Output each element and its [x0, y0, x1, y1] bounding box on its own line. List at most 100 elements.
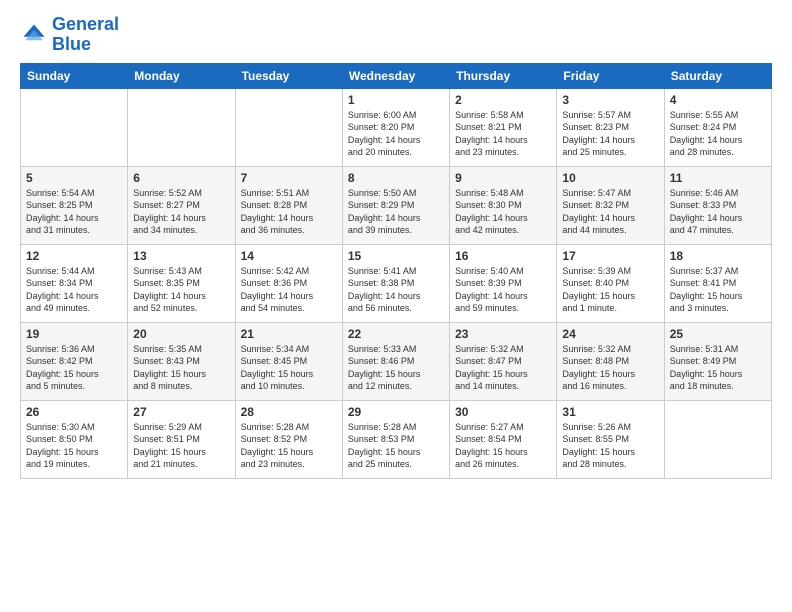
day-info: Sunrise: 5:41 AM Sunset: 8:38 PM Dayligh…	[348, 265, 444, 315]
day-info: Sunrise: 6:00 AM Sunset: 8:20 PM Dayligh…	[348, 109, 444, 159]
calendar-cell: 23 Sunrise: 5:32 AM Sunset: 8:47 PM Dayli…	[450, 322, 557, 400]
weekday-sunday: Sunday	[21, 63, 128, 88]
calendar-cell: 31 Sunrise: 5:26 AM Sunset: 8:55 PM Dayli…	[557, 400, 664, 478]
page: General Blue SundayMondayTuesdayWednesda…	[0, 0, 792, 612]
day-number: 9	[455, 171, 551, 185]
day-info: Sunrise: 5:50 AM Sunset: 8:29 PM Dayligh…	[348, 187, 444, 237]
weekday-saturday: Saturday	[664, 63, 771, 88]
calendar-cell: 24Sunrise: 5:32 AM Sunset: 8:48 PM Dayli…	[557, 322, 664, 400]
day-info: Sunrise: 5:47 AM Sunset: 8:32 PM Dayligh…	[562, 187, 658, 237]
day-info: Sunrise: 5:32 AM Sunset: 8:48 PM Dayligh…	[562, 343, 658, 393]
calendar-cell: 12 Sunrise: 5:44 AM Sunset: 8:34 PM Dayli…	[21, 244, 128, 322]
weekday-monday: Monday	[128, 63, 235, 88]
day-info: Sunrise: 5:32 AM Sunset: 8:47 PM Dayligh…	[455, 343, 551, 393]
day-number: 27	[133, 405, 229, 419]
day-number: 18	[670, 249, 766, 263]
calendar-cell	[21, 88, 128, 166]
day-number: 7	[241, 171, 337, 185]
calendar-cell: 8 Sunrise: 5:50 AM Sunset: 8:29 PM Daylig…	[342, 166, 449, 244]
week-row-2: 5Sunrise: 5:54 AM Sunset: 8:25 PM Daylig…	[21, 166, 772, 244]
day-info: Sunrise: 5:44 AM Sunset: 8:34 PM Dayligh…	[26, 265, 122, 315]
day-number: 29	[348, 405, 444, 419]
calendar-cell: 25Sunrise: 5:31 AM Sunset: 8:49 PM Dayli…	[664, 322, 771, 400]
day-info: Sunrise: 5:55 AM Sunset: 8:24 PM Dayligh…	[670, 109, 766, 159]
calendar-table: SundayMondayTuesdayWednesdayThursdayFrid…	[20, 63, 772, 479]
day-info: Sunrise: 5:30 AM Sunset: 8:50 PM Dayligh…	[26, 421, 122, 471]
calendar-cell: 1 Sunrise: 6:00 AM Sunset: 8:20 PM Daylig…	[342, 88, 449, 166]
weekday-wednesday: Wednesday	[342, 63, 449, 88]
day-number: 20	[133, 327, 229, 341]
day-info: Sunrise: 5:40 AM Sunset: 8:39 PM Dayligh…	[455, 265, 551, 315]
day-info: Sunrise: 5:46 AM Sunset: 8:33 PM Dayligh…	[670, 187, 766, 237]
day-info: Sunrise: 5:58 AM Sunset: 8:21 PM Dayligh…	[455, 109, 551, 159]
day-info: Sunrise: 5:43 AM Sunset: 8:35 PM Dayligh…	[133, 265, 229, 315]
day-number: 13	[133, 249, 229, 263]
calendar-cell: 5Sunrise: 5:54 AM Sunset: 8:25 PM Daylig…	[21, 166, 128, 244]
day-number: 21	[241, 327, 337, 341]
week-row-1: 1 Sunrise: 6:00 AM Sunset: 8:20 PM Daylig…	[21, 88, 772, 166]
day-number: 31	[562, 405, 658, 419]
calendar-cell: 27 Sunrise: 5:29 AM Sunset: 8:51 PM Dayli…	[128, 400, 235, 478]
day-info: Sunrise: 5:27 AM Sunset: 8:54 PM Dayligh…	[455, 421, 551, 471]
day-info: Sunrise: 5:34 AM Sunset: 8:45 PM Dayligh…	[241, 343, 337, 393]
day-number: 12	[26, 249, 122, 263]
weekday-friday: Friday	[557, 63, 664, 88]
calendar-cell: 4 Sunrise: 5:55 AM Sunset: 8:24 PM Daylig…	[664, 88, 771, 166]
day-info: Sunrise: 5:29 AM Sunset: 8:51 PM Dayligh…	[133, 421, 229, 471]
day-info: Sunrise: 5:37 AM Sunset: 8:41 PM Dayligh…	[670, 265, 766, 315]
weekday-thursday: Thursday	[450, 63, 557, 88]
day-info: Sunrise: 5:35 AM Sunset: 8:43 PM Dayligh…	[133, 343, 229, 393]
calendar-cell: 22Sunrise: 5:33 AM Sunset: 8:46 PM Dayli…	[342, 322, 449, 400]
day-info: Sunrise: 5:42 AM Sunset: 8:36 PM Dayligh…	[241, 265, 337, 315]
weekday-header: SundayMondayTuesdayWednesdayThursdayFrid…	[21, 63, 772, 88]
day-info: Sunrise: 5:51 AM Sunset: 8:28 PM Dayligh…	[241, 187, 337, 237]
day-number: 11	[670, 171, 766, 185]
day-number: 28	[241, 405, 337, 419]
calendar-cell: 7 Sunrise: 5:51 AM Sunset: 8:28 PM Daylig…	[235, 166, 342, 244]
logo-text: General Blue	[52, 15, 119, 55]
logo-icon	[20, 21, 48, 49]
day-number: 5	[26, 171, 122, 185]
calendar-cell: 10 Sunrise: 5:47 AM Sunset: 8:32 PM Dayli…	[557, 166, 664, 244]
calendar-cell: 17 Sunrise: 5:39 AM Sunset: 8:40 PM Dayli…	[557, 244, 664, 322]
calendar-cell: 30Sunrise: 5:27 AM Sunset: 8:54 PM Dayli…	[450, 400, 557, 478]
day-number: 16	[455, 249, 551, 263]
day-info: Sunrise: 5:33 AM Sunset: 8:46 PM Dayligh…	[348, 343, 444, 393]
day-number: 10	[562, 171, 658, 185]
day-info: Sunrise: 5:26 AM Sunset: 8:55 PM Dayligh…	[562, 421, 658, 471]
day-number: 26	[26, 405, 122, 419]
day-number: 15	[348, 249, 444, 263]
calendar-cell: 21 Sunrise: 5:34 AM Sunset: 8:45 PM Dayli…	[235, 322, 342, 400]
calendar-cell: 26 Sunrise: 5:30 AM Sunset: 8:50 PM Dayli…	[21, 400, 128, 478]
calendar-cell	[235, 88, 342, 166]
day-info: Sunrise: 5:28 AM Sunset: 8:53 PM Dayligh…	[348, 421, 444, 471]
day-number: 2	[455, 93, 551, 107]
day-number: 19	[26, 327, 122, 341]
week-row-5: 26 Sunrise: 5:30 AM Sunset: 8:50 PM Dayli…	[21, 400, 772, 478]
calendar-cell: 18 Sunrise: 5:37 AM Sunset: 8:41 PM Dayli…	[664, 244, 771, 322]
calendar-cell: 16 Sunrise: 5:40 AM Sunset: 8:39 PM Dayli…	[450, 244, 557, 322]
week-row-4: 19Sunrise: 5:36 AM Sunset: 8:42 PM Dayli…	[21, 322, 772, 400]
calendar-cell: 14 Sunrise: 5:42 AM Sunset: 8:36 PM Dayli…	[235, 244, 342, 322]
calendar-cell: 13 Sunrise: 5:43 AM Sunset: 8:35 PM Dayli…	[128, 244, 235, 322]
calendar-cell: 2 Sunrise: 5:58 AM Sunset: 8:21 PM Daylig…	[450, 88, 557, 166]
calendar-cell: 28 Sunrise: 5:28 AM Sunset: 8:52 PM Dayli…	[235, 400, 342, 478]
calendar-cell: 11 Sunrise: 5:46 AM Sunset: 8:33 PM Dayli…	[664, 166, 771, 244]
day-info: Sunrise: 5:39 AM Sunset: 8:40 PM Dayligh…	[562, 265, 658, 315]
day-number: 23	[455, 327, 551, 341]
calendar-cell: 20 Sunrise: 5:35 AM Sunset: 8:43 PM Dayli…	[128, 322, 235, 400]
day-number: 8	[348, 171, 444, 185]
day-number: 4	[670, 93, 766, 107]
calendar-cell: 19Sunrise: 5:36 AM Sunset: 8:42 PM Dayli…	[21, 322, 128, 400]
day-number: 1	[348, 93, 444, 107]
week-row-3: 12 Sunrise: 5:44 AM Sunset: 8:34 PM Dayli…	[21, 244, 772, 322]
calendar-cell: 9 Sunrise: 5:48 AM Sunset: 8:30 PM Daylig…	[450, 166, 557, 244]
day-info: Sunrise: 5:48 AM Sunset: 8:30 PM Dayligh…	[455, 187, 551, 237]
day-info: Sunrise: 5:31 AM Sunset: 8:49 PM Dayligh…	[670, 343, 766, 393]
calendar-cell: 29 Sunrise: 5:28 AM Sunset: 8:53 PM Dayli…	[342, 400, 449, 478]
calendar-cell	[128, 88, 235, 166]
day-number: 17	[562, 249, 658, 263]
day-info: Sunrise: 5:28 AM Sunset: 8:52 PM Dayligh…	[241, 421, 337, 471]
calendar-cell: 6Sunrise: 5:52 AM Sunset: 8:27 PM Daylig…	[128, 166, 235, 244]
day-number: 14	[241, 249, 337, 263]
